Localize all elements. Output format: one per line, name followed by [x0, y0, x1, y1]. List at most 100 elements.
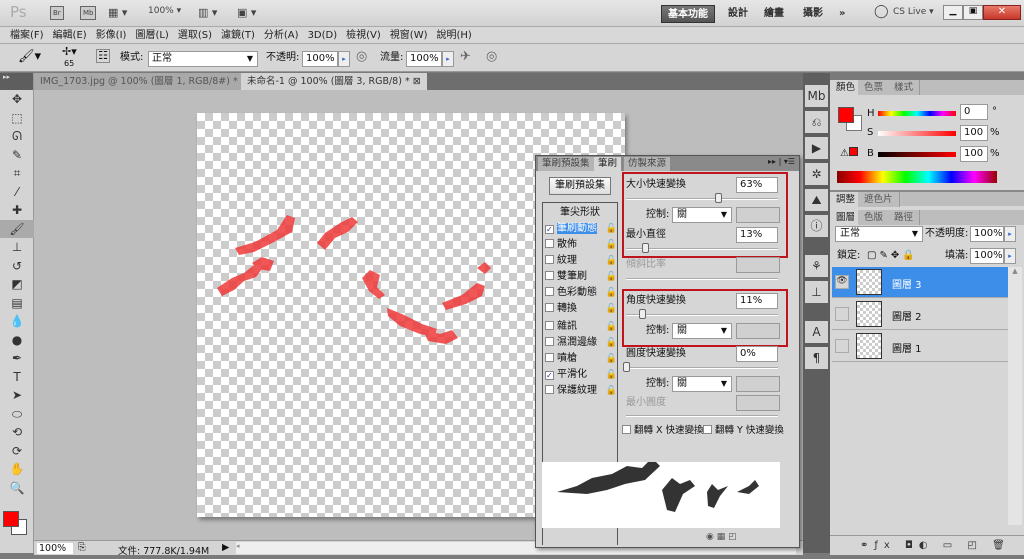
size-control-select[interactable]: 關 ▼ — [672, 207, 732, 223]
color-ramp[interactable] — [837, 171, 997, 183]
checkbox[interactable] — [545, 255, 554, 264]
status-info-icon[interactable]: ⎘ — [78, 542, 86, 553]
lock-icon[interactable]: 🔓 — [606, 301, 617, 317]
flip-x-jitter-checkbox[interactable]: 翻轉 X 快速變換 — [622, 423, 704, 439]
fill-slider-button[interactable]: ▸ — [1004, 248, 1016, 264]
angle-jitter-slider[interactable] — [626, 309, 778, 319]
brightness-slider[interactable] — [878, 152, 956, 157]
eraser-tool-icon[interactable]: ◩ — [0, 275, 34, 294]
menu-item[interactable]: 檢視(V) — [346, 27, 390, 43]
angle-jitter-input[interactable]: 11% — [736, 293, 778, 309]
checkbox[interactable] — [545, 303, 554, 312]
marquee-tool-icon[interactable]: ⬚ — [0, 109, 34, 128]
angle-control-select[interactable]: 關 ▼ — [672, 323, 732, 339]
zoom-tool-icon[interactable]: 🔍 — [0, 479, 34, 498]
lock-icon[interactable]: 🔓 — [606, 367, 617, 383]
zoom-field[interactable]: 100% — [37, 543, 73, 554]
brush-setting-item[interactable]: ✓ 筆刷動態 🔓 — [545, 221, 617, 237]
menu-item[interactable]: 視窗(W) — [390, 27, 437, 43]
slider-thumb[interactable] — [641, 243, 649, 253]
crop-tool-icon[interactable]: ⌗ — [0, 164, 34, 183]
menu-item[interactable]: 選取(S) — [178, 27, 221, 43]
lasso-tool-icon[interactable]: ᘏ — [0, 127, 34, 146]
flow-slider-button[interactable]: ▸ — [442, 51, 454, 67]
toggle-brush-panel-icon[interactable]: ☷ — [96, 49, 110, 63]
cs-live-button[interactable]: CS Live ▾ — [893, 7, 934, 22]
layer-name[interactable]: 圖層 1 — [892, 340, 922, 355]
pen-tool-icon[interactable]: ✒ — [0, 349, 34, 368]
close-tab-icon[interactable]: ⊠ — [413, 76, 421, 87]
brush-panel-icon[interactable]: ⚘ — [805, 255, 828, 277]
lock-icon[interactable]: 🔓 — [606, 319, 617, 335]
menu-item[interactable]: 檔案(F) — [10, 27, 53, 43]
3d-rotate-icon[interactable]: ⟲ — [0, 423, 34, 442]
menu-item[interactable]: 3D(D) — [308, 27, 347, 43]
close-button[interactable]: ✕ — [983, 5, 1021, 20]
brightness-input[interactable]: 100 — [960, 146, 988, 162]
blur-tool-icon[interactable]: 💧 — [0, 312, 34, 331]
brush-setting-item[interactable]: 紋理 🔓 — [545, 253, 617, 269]
opacity-input[interactable]: 100% — [302, 51, 338, 67]
size-jitter-slider[interactable] — [626, 193, 778, 203]
tab-untitled-1[interactable]: 未命名-1 @ 100% (圖層 3, RGB/8) * ⊠ — [241, 73, 427, 90]
brush-tool-icon[interactable]: 🖌 — [0, 219, 34, 238]
checkbox[interactable] — [545, 321, 554, 330]
pressure-size-icon[interactable]: ◎ — [486, 49, 497, 65]
layer-name[interactable]: 圖層 2 — [892, 308, 922, 323]
brush-setting-item[interactable]: 雜訊 🔓 — [545, 319, 617, 335]
slider-thumb[interactable] — [639, 309, 647, 319]
move-tool-icon[interactable]: ✥ — [0, 90, 34, 109]
dodge-tool-icon[interactable]: ● — [0, 331, 34, 350]
checkbox[interactable] — [545, 239, 554, 248]
tab-swatches[interactable]: 色票 — [858, 80, 891, 95]
workspace-design[interactable]: 設計 — [722, 5, 754, 23]
clone-source-icon[interactable]: ⊥ — [805, 281, 828, 303]
lock-icon[interactable]: 🔓 — [606, 335, 617, 351]
healing-brush-icon[interactable]: ✚ — [0, 201, 34, 220]
navigator-icon[interactable]: ⛰ — [805, 189, 828, 211]
menu-item[interactable]: 圖層(L) — [135, 27, 177, 43]
status-menu-arrow[interactable]: ▶ — [222, 542, 229, 553]
roundness-control-select[interactable]: 關 ▼ — [672, 376, 732, 392]
brush-setting-item[interactable]: 濕潤邊緣 🔓 — [545, 335, 617, 351]
info-icon[interactable]: ⓘ — [805, 215, 828, 237]
type-tool-icon[interactable]: T — [0, 368, 34, 387]
shape-tool-icon[interactable]: ⬭ — [0, 405, 34, 424]
3d-icon[interactable]: ✲ — [805, 163, 828, 185]
lock-icon[interactable]: 🔓 — [606, 221, 617, 237]
checkbox[interactable] — [545, 353, 554, 362]
screen-mode-icon[interactable]: ▣ ▾ — [237, 6, 256, 21]
roundness-jitter-slider[interactable] — [623, 362, 778, 372]
visibility-eye-icon[interactable] — [835, 339, 849, 353]
workspace-painting[interactable]: 繪畫 — [758, 5, 790, 23]
flip-y-jitter-checkbox[interactable]: 翻轉 Y 快速變換 — [703, 423, 784, 439]
color-foreground-swatch[interactable] — [838, 107, 854, 123]
lock-icon[interactable]: 🔓 — [606, 285, 617, 301]
layer-opacity-input[interactable]: 100% — [970, 226, 1004, 242]
brush-preset-picker[interactable]: 🖌▾ — [18, 49, 41, 65]
gamut-warning-icon[interactable]: ⚠ — [840, 146, 858, 162]
hand-tool-icon[interactable]: ✋ — [0, 460, 34, 479]
slider-thumb[interactable] — [623, 362, 630, 372]
visibility-eye-icon[interactable]: 👁 — [835, 275, 849, 289]
lock-icon[interactable]: 🔓 — [606, 351, 617, 367]
min-diameter-slider[interactable] — [626, 243, 778, 253]
checkbox[interactable] — [545, 287, 554, 296]
tab-masks[interactable]: 遮色片 — [858, 192, 900, 207]
brush-presets-button[interactable]: 筆刷預設集 — [549, 177, 611, 195]
view-extras-icon[interactable]: ▦ ▾ — [108, 6, 127, 21]
brush-setting-item[interactable]: 噴槍 🔓 — [545, 351, 617, 367]
layer-name[interactable]: 圖層 3 — [892, 276, 922, 291]
tools-collapse-icon[interactable]: ▸▸ — [0, 73, 33, 90]
layers-scrollbar[interactable]: ▲ — [1008, 267, 1022, 525]
mini-bridge-button[interactable]: Mb — [80, 6, 97, 20]
checkbox[interactable] — [545, 337, 554, 346]
lock-icon[interactable]: 🔓 — [606, 269, 617, 285]
saturation-input[interactable]: 100 — [960, 125, 988, 141]
menu-item[interactable]: 濾鏡(T) — [221, 27, 264, 43]
eyedropper-tool-icon[interactable]: ⁄ — [0, 183, 34, 202]
menu-item[interactable]: 說明(H) — [437, 27, 481, 43]
layer-row[interactable]: 圖層 2 — [832, 299, 1008, 330]
3d-orbit-icon[interactable]: ⟳ — [0, 442, 34, 461]
layer-opacity-slider-button[interactable]: ▸ — [1004, 226, 1016, 242]
